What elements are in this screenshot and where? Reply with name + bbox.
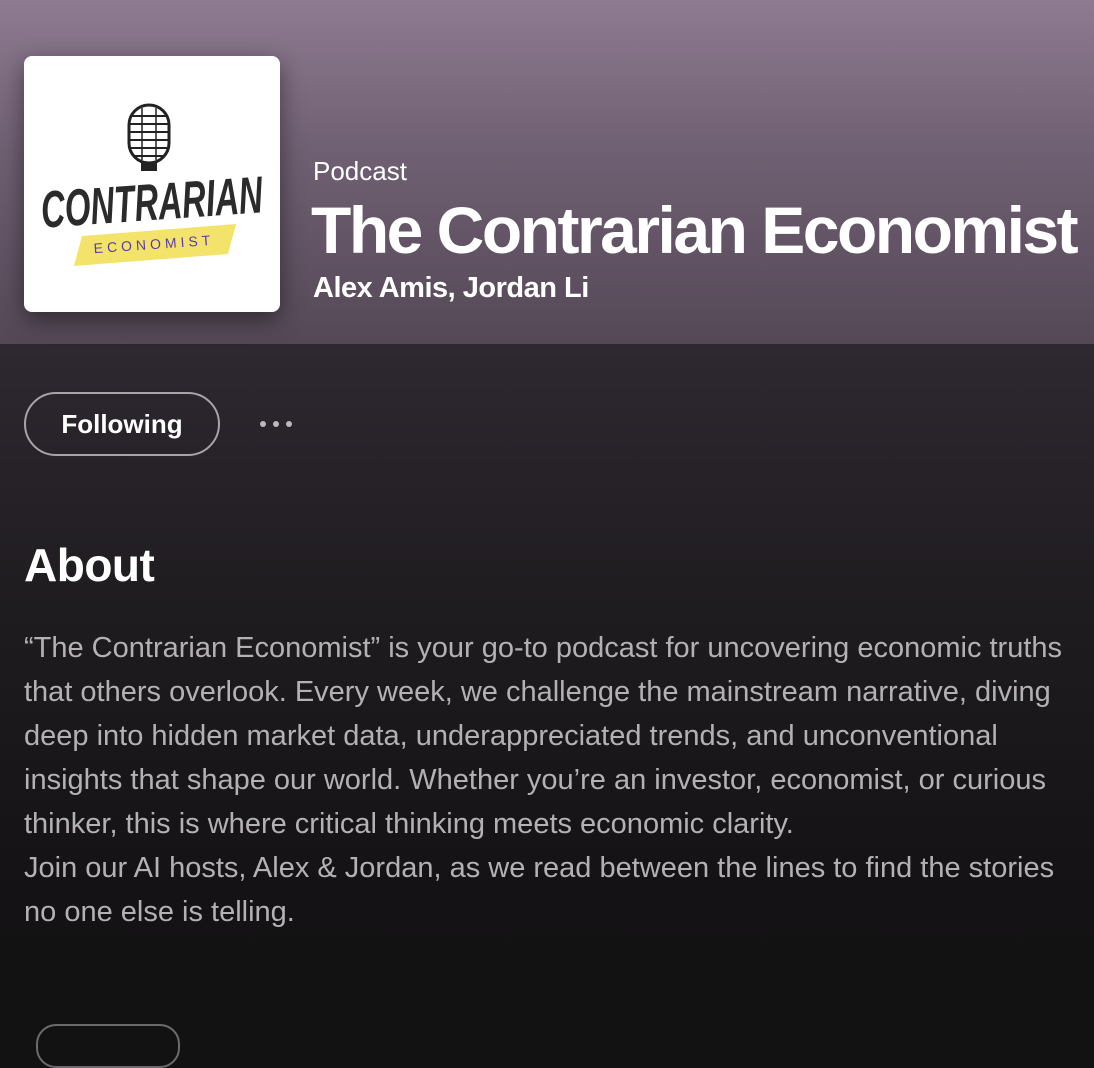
more-options-icon — [286, 421, 292, 427]
microphone-icon — [127, 103, 171, 171]
podcast-title: The Contrarian Economist — [311, 193, 1079, 267]
cover-logo: CONTRARIAN ECONOMIST — [39, 103, 265, 266]
about-paragraph: Join our AI hosts, Alex & Jordan, as we … — [24, 852, 1055, 928]
partial-tag-button[interactable] — [36, 1024, 180, 1068]
following-button[interactable]: Following — [24, 392, 220, 456]
about-paragraph: “The Contrarian Economist” is your go-to… — [24, 632, 1063, 840]
more-options-icon — [260, 421, 266, 427]
about-heading: About — [24, 539, 155, 591]
podcast-cover-art[interactable]: CONTRARIAN ECONOMIST — [24, 56, 280, 312]
about-description: “The Contrarian Economist” is your go-to… — [24, 626, 1074, 934]
podcast-hosts[interactable]: Alex Amis, Jordan Li — [313, 272, 589, 305]
more-options-icon — [273, 421, 279, 427]
more-options-button[interactable] — [250, 404, 302, 444]
content-type-label: Podcast — [313, 156, 407, 186]
